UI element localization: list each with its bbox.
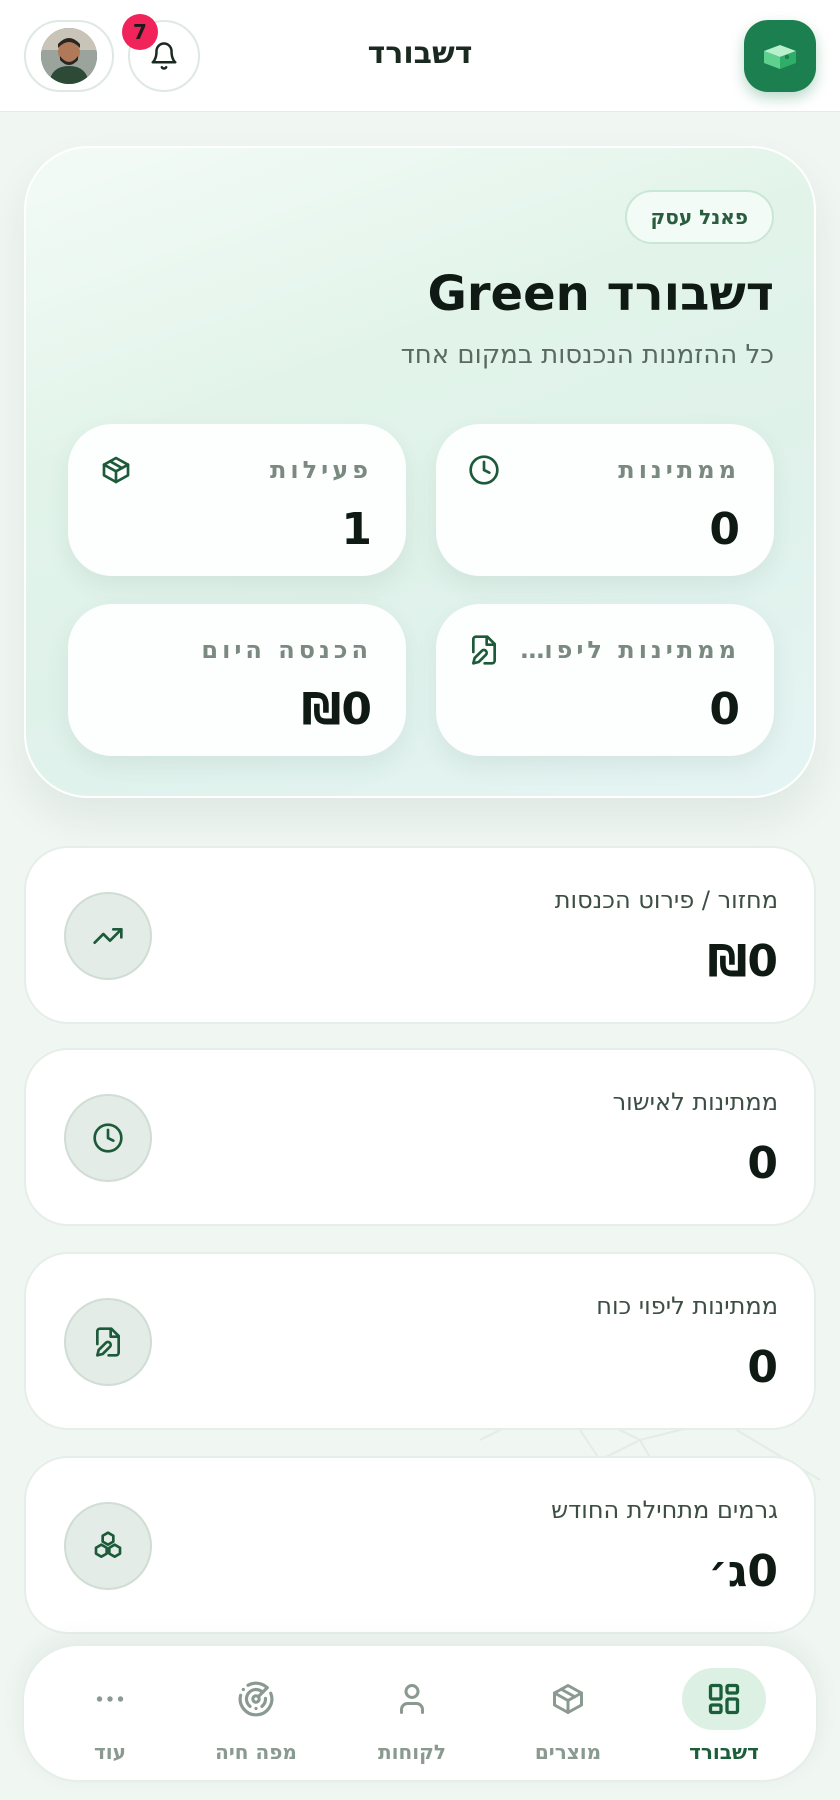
bottom-nav: דשבורד מוצרים לקוחות מפה חיה עוד: [22, 1644, 818, 1782]
file-edit-icon: [472, 635, 496, 665]
nav-label: מוצרים: [534, 1740, 602, 1764]
card-icon-wrap: [64, 892, 152, 980]
nav-item-products[interactable]: מוצרים: [498, 1668, 638, 1768]
profile-button[interactable]: [24, 20, 114, 92]
card-turnover[interactable]: מחזור / פירוט הכנסות ₪0: [24, 846, 816, 1024]
hero-panel: פאנל עסק דשבורד Green כל ההזמנות הנכנסות…: [24, 146, 816, 798]
package-icon: [553, 1684, 583, 1714]
card-icon-wrap: [64, 1094, 152, 1182]
stat-label: הכנסה היום: [201, 636, 372, 664]
card-label: ממתינות ליפוי כוח: [596, 1292, 778, 1320]
top-header: דשבורד 7: [0, 0, 840, 112]
app-logo-button[interactable]: [744, 20, 816, 92]
card-value: ₪0: [707, 936, 778, 987]
notification-badge: 7: [122, 14, 158, 50]
card-icon-wrap: [64, 1298, 152, 1386]
card-value: 0: [747, 1342, 778, 1393]
card-pending-poa[interactable]: ממתינות ליפוי כוח 0: [24, 1252, 816, 1430]
stat-label: פעילות: [270, 456, 372, 484]
clock-icon: [93, 1123, 123, 1153]
app-logo-icon: [764, 45, 796, 69]
nav-item-more[interactable]: עוד: [40, 1668, 180, 1768]
card-label: גרמים מתחילת החודש: [551, 1496, 778, 1524]
stat-pending-poa[interactable]: ממתינות ליפוי כוח 0: [436, 604, 774, 756]
hero-subtitle: כל ההזמנות הנכנסות במקום אחד: [400, 340, 774, 370]
card-value: 0ג׳: [708, 1546, 778, 1597]
card-grams-month[interactable]: גרמים מתחילת החודש 0ג׳: [24, 1456, 816, 1634]
nav-label: מפה חיה: [215, 1740, 297, 1764]
stat-label: ממתינות: [618, 456, 740, 484]
bell-icon: [151, 42, 177, 70]
nav-item-live-map[interactable]: מפה חיה: [186, 1668, 326, 1768]
trending-up-icon: [93, 928, 123, 944]
avatar: [41, 28, 97, 84]
more-icon: [96, 1696, 124, 1702]
stat-value: ₪0: [301, 684, 372, 735]
nav-label: לקוחות: [378, 1740, 446, 1764]
user-icon: [400, 1684, 424, 1714]
business-panel-badge: פאנל עסק: [624, 190, 774, 244]
stat-label: ממתינות ליפוי כוח: [520, 636, 740, 664]
dashboard-icon: [708, 1683, 740, 1715]
nav-item-dashboard[interactable]: דשבורד: [654, 1668, 794, 1768]
stat-income-today[interactable]: הכנסה היום ₪0: [68, 604, 406, 756]
stat-pending[interactable]: ממתינות 0: [436, 424, 774, 576]
stat-active[interactable]: פעילות 1: [68, 424, 406, 576]
notifications-button[interactable]: 7: [122, 14, 200, 92]
card-label: מחזור / פירוט הכנסות: [554, 886, 778, 914]
card-label: ממתינות לאישור: [612, 1088, 778, 1116]
card-pending-approval[interactable]: ממתינות לאישור 0: [24, 1048, 816, 1226]
nav-label: דשבורד: [689, 1740, 759, 1764]
card-value: 0: [747, 1138, 778, 1189]
card-icon-wrap: [64, 1502, 152, 1590]
package-icon: [102, 456, 130, 484]
nav-label: עוד: [94, 1740, 126, 1764]
stat-value: 0: [709, 504, 740, 555]
stat-value: 0: [709, 684, 740, 735]
file-edit-icon: [96, 1327, 120, 1357]
stat-value: 1: [341, 504, 372, 555]
boxes-icon: [94, 1531, 122, 1558]
nav-item-customers[interactable]: לקוחות: [342, 1668, 482, 1768]
clock-icon: [469, 455, 499, 485]
hero-title: דשבורד Green: [427, 266, 774, 322]
radar-icon: [238, 1681, 274, 1717]
